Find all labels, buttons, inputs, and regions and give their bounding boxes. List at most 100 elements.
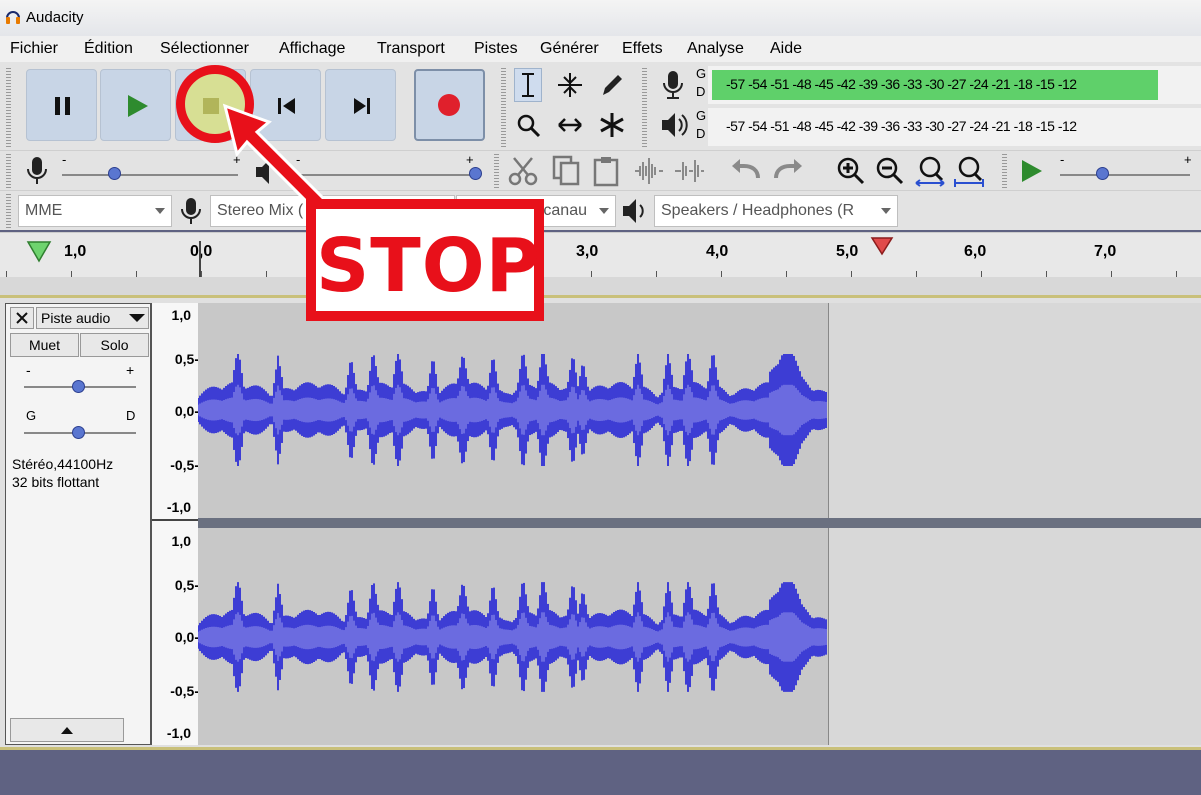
skip-to-end-button[interactable] — [325, 69, 396, 141]
menu-fichier[interactable]: Fichier — [10, 40, 58, 58]
waveform-empty-left[interactable] — [828, 303, 1201, 518]
zoom-in-icon[interactable] — [834, 154, 868, 188]
gain-slider-thumb[interactable] — [72, 380, 85, 393]
scale-label: -0,5- — [170, 457, 199, 473]
pan-slider-thumb[interactable] — [72, 426, 85, 439]
dropdown-arrow-icon — [129, 314, 145, 322]
undo-icon[interactable] — [730, 154, 764, 188]
playback-meter[interactable]: -57 -54 -51 -48 -45 -42 -39 -36 -33 -30 … — [708, 108, 1201, 146]
scale-label: 0,0- — [174, 403, 199, 419]
menu-aide[interactable]: Aide — [770, 40, 802, 58]
trim-audio-icon[interactable] — [632, 154, 666, 188]
redo-icon[interactable] — [770, 154, 804, 188]
copy-icon[interactable] — [550, 154, 584, 188]
device-toolbar-grip[interactable] — [6, 194, 11, 228]
menu-transport[interactable]: Transport — [377, 40, 445, 58]
recording-meter-scale: -57 -54 -51 -48 -45 -42 -39 -36 -33 -30 … — [726, 76, 1077, 92]
meter-toolbar-grip[interactable] — [642, 68, 647, 148]
asterisk-icon — [600, 113, 624, 137]
input-volume-mic-icon — [27, 157, 47, 184]
scale-label: -0,5- — [170, 683, 199, 699]
edit-toolbar-grip[interactable] — [494, 154, 499, 188]
track-bit-depth: 32 bits flottant — [12, 474, 100, 490]
paste-icon[interactable] — [590, 154, 624, 188]
input-volume-thumb[interactable] — [108, 167, 121, 180]
playback-device-speaker-icon — [623, 199, 644, 223]
play-button[interactable] — [100, 69, 171, 141]
tools-toolbar-grip[interactable] — [501, 68, 506, 148]
ruler-tick-label: 5,0 — [836, 243, 859, 260]
play-at-speed-grip[interactable] — [1002, 154, 1007, 188]
recording-meter[interactable]: -57 -54 -51 -48 -45 -42 -39 -36 -33 -30 … — [708, 66, 1201, 104]
ruler-gap — [0, 277, 1201, 295]
playback-device-select[interactable]: Speakers / Headphones (R — [654, 195, 898, 227]
transport-toolbar-grip[interactable] — [6, 68, 11, 148]
mixer-toolbar-grip[interactable] — [6, 154, 11, 188]
menu-affichage[interactable]: Affichage — [279, 40, 345, 58]
toolbar-divider-2 — [0, 190, 1201, 191]
play-region-end-marker-icon[interactable] — [870, 236, 894, 256]
cut-icon[interactable] — [506, 154, 540, 188]
envelope-icon — [558, 73, 582, 97]
recording-device-mic-icon — [181, 198, 201, 224]
solo-button[interactable]: Solo — [80, 333, 149, 357]
scale-label: 0,0- — [174, 629, 199, 645]
menu-generer[interactable]: Générer — [540, 40, 599, 58]
track-control-panel: Piste audio Muet Solo - + G D Stéréo,441… — [5, 303, 151, 745]
gain-max-label: + — [126, 362, 135, 378]
stop-callout-box: STOP — [306, 199, 544, 321]
play-speed-slider[interactable] — [1060, 174, 1190, 176]
scale-label: 0,5- — [174, 577, 199, 593]
title-bar: Audacity — [0, 0, 1201, 36]
fit-selection-icon[interactable] — [913, 154, 947, 188]
pause-icon — [55, 97, 70, 115]
track-menu-button[interactable]: Piste audio — [36, 307, 149, 329]
ruler-tick-label: 6,0 — [964, 243, 987, 260]
vertical-scale[interactable]: 1,0 0,5- 0,0- -0,5- -1,0 1,0 0,5- 0,0- -… — [151, 303, 199, 745]
scale-label: 0,5- — [174, 351, 199, 367]
window-title: Audacity — [26, 9, 84, 26]
pause-button[interactable] — [26, 69, 97, 141]
mute-button[interactable]: Muet — [10, 333, 79, 357]
menu-effets[interactable]: Effets — [622, 40, 663, 58]
menu-pistes[interactable]: Pistes — [474, 40, 518, 58]
speaker-icon — [662, 113, 688, 137]
envelope-tool[interactable] — [556, 68, 584, 102]
fit-project-icon[interactable] — [952, 154, 986, 188]
meter-play-channel-left: G — [696, 108, 707, 123]
multi-tool[interactable] — [598, 108, 626, 142]
pan-right-label: D — [126, 408, 136, 423]
record-icon — [438, 94, 460, 116]
ruler-tick-label: 3,0 — [576, 243, 599, 260]
draw-tool[interactable] — [598, 68, 626, 102]
play-at-speed-icon[interactable] — [1014, 154, 1048, 188]
playback-meter-scale: -57 -54 -51 -48 -45 -42 -39 -36 -33 -30 … — [726, 118, 1077, 134]
scale-label: -1,0 — [166, 725, 191, 741]
timeline-ruler[interactable]: 1,0 0,0 3,0 4,0 5,0 6,0 7,0 — [0, 232, 1201, 278]
stop-callout-text: STOP — [316, 223, 541, 309]
play-region-start-marker-icon[interactable] — [26, 239, 52, 265]
record-button[interactable] — [414, 69, 485, 141]
close-icon — [16, 312, 28, 324]
audio-waveform — [198, 354, 827, 692]
track-close-button[interactable] — [10, 307, 34, 329]
menu-selectionner[interactable]: Sélectionner — [160, 40, 249, 58]
audio-host-select[interactable]: MME — [18, 195, 172, 227]
time-shift-tool[interactable] — [556, 108, 584, 142]
i-beam-icon — [522, 73, 534, 97]
skip-to-end-icon — [354, 98, 370, 114]
zoom-out-icon[interactable] — [873, 154, 907, 188]
collapse-up-icon — [61, 727, 73, 734]
silence-audio-icon[interactable] — [672, 154, 706, 188]
input-volume-slider[interactable] — [62, 174, 238, 176]
zoom-tool[interactable] — [514, 108, 542, 142]
menu-edition[interactable]: Édition — [84, 40, 133, 58]
channel-separator — [152, 519, 199, 521]
recording-channels-value: canau — [543, 202, 587, 219]
waveform-empty-right[interactable] — [828, 528, 1201, 745]
play-speed-thumb[interactable] — [1096, 167, 1109, 180]
selection-tool[interactable] — [514, 68, 542, 102]
collapse-track-button[interactable] — [10, 718, 124, 742]
output-volume-thumb[interactable] — [469, 167, 482, 180]
menu-analyse[interactable]: Analyse — [687, 40, 744, 58]
